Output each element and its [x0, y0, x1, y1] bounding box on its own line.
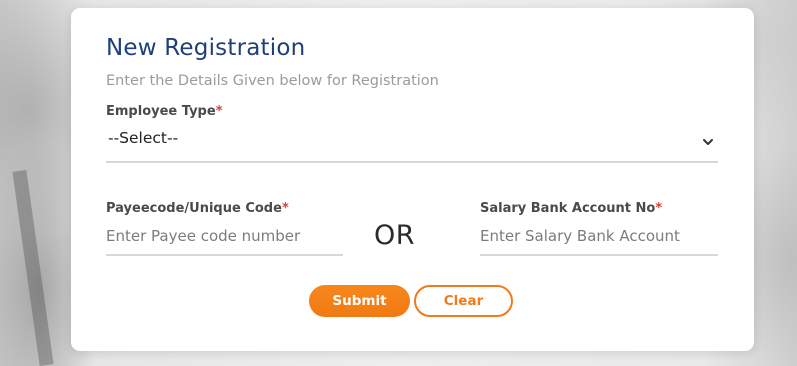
submit-button[interactable]: Submit [309, 285, 410, 317]
payee-code-field [106, 222, 343, 256]
employee-type-selected-value: --Select-- [108, 129, 179, 147]
salary-account-input[interactable] [480, 222, 718, 250]
payee-code-label-text: Payeecode/Unique Code [106, 201, 282, 216]
required-marker: * [215, 104, 223, 119]
page-title: New Registration [106, 35, 306, 61]
background-tie-shape [12, 169, 54, 366]
or-separator: OR [374, 220, 416, 251]
payee-code-input[interactable] [106, 222, 343, 250]
required-marker: * [281, 201, 289, 216]
salary-account-label-text: Salary Bank Account No [480, 201, 656, 216]
salary-account-label: Salary Bank Account No* [480, 201, 662, 216]
employee-type-label-text: Employee Type [106, 104, 216, 119]
clear-button[interactable]: Clear [414, 285, 513, 317]
payee-code-label: Payeecode/Unique Code* [106, 201, 289, 216]
required-marker: * [655, 201, 663, 216]
employee-type-select[interactable]: --Select-- [106, 125, 718, 163]
salary-account-field [480, 222, 718, 256]
page-subtitle: Enter the Details Given below for Regist… [106, 73, 439, 89]
chevron-down-icon [703, 139, 713, 145]
employee-type-label: Employee Type* [106, 104, 223, 119]
registration-card: New Registration Enter the Details Given… [71, 8, 754, 351]
